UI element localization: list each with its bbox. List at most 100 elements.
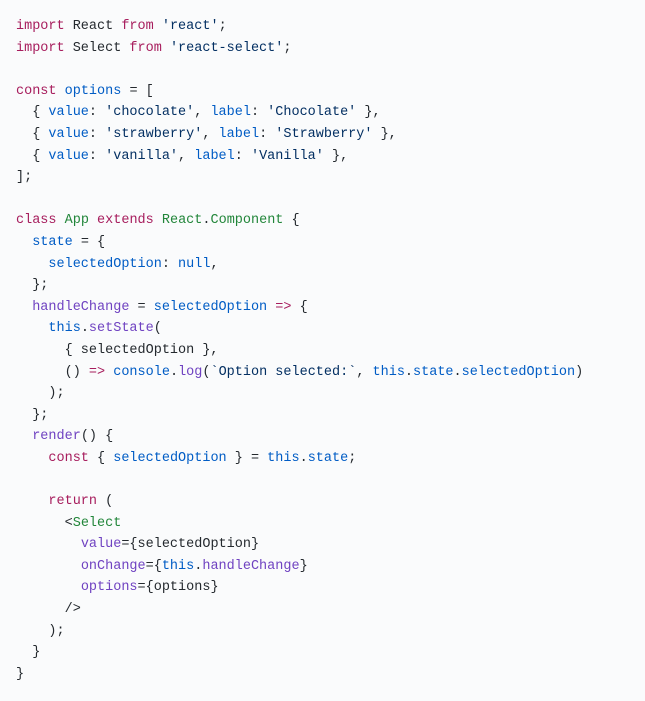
code-token: { [291,300,307,315]
code-token [89,213,97,228]
code-token: import [16,41,65,56]
code-token: state [32,235,73,250]
code-token: . [81,321,89,336]
code-token: , [210,257,218,272]
code-token [16,235,32,250]
code-token: this [267,451,299,466]
code-token: setState [89,321,154,336]
code-token: } [16,645,40,660]
code-token: }, [356,105,380,120]
code-token: { [283,213,299,228]
code-token [16,429,32,444]
code-token: this [373,365,405,380]
code-token: /> [16,602,81,617]
code-token: 'Chocolate' [267,105,356,120]
code-token: 'Vanilla' [251,149,324,164]
code-token: selectedOption [113,451,226,466]
code-token: label [194,149,235,164]
code-token [16,559,81,574]
code-token: log [178,365,202,380]
code-token: => [275,300,291,315]
code-token: . [170,365,178,380]
code-token: { [16,149,48,164]
code-token: selectedOption [48,257,161,272]
code-token: import [16,19,65,34]
code-token: { [16,127,48,142]
code-token [57,213,65,228]
code-token: label [210,105,251,120]
code-token: value [48,105,89,120]
code-token [16,580,81,595]
code-token: : [89,105,105,120]
code-token: handleChange [202,559,299,574]
code-token: state [308,451,349,466]
code-token: . [202,213,210,228]
code-token: . [300,451,308,466]
code-token [57,84,65,99]
code-token: }, [324,149,348,164]
code-token: null [178,257,210,272]
code-token: . [454,365,462,380]
code-token: ; [348,451,356,466]
code-token: label [219,127,260,142]
code-token: ( [97,494,113,509]
code-token: : [235,149,251,164]
code-token [154,213,162,228]
code-token: const [16,84,57,99]
code-token: Select [65,41,130,56]
code-token: , [194,105,210,120]
code-token: from [129,41,161,56]
code-token: ); [16,624,65,639]
code-token: 'react-select' [170,41,283,56]
code-token: }; [16,278,48,293]
code-token: return [48,494,97,509]
code-token: `Option selected:` [210,365,356,380]
code-token: selectedOption [154,300,267,315]
code-token: ={ [146,559,162,574]
code-token: ={selectedOption} [121,537,259,552]
code-token: } [16,667,24,682]
code-token: 'react' [162,19,219,34]
code-token [162,41,170,56]
code-token: this [48,321,80,336]
code-token: selectedOption [462,365,575,380]
code-token: ); [16,386,65,401]
code-token: onChange [81,559,146,574]
code-token: Component [211,213,284,228]
code-token: App [65,213,89,228]
code-token: console [113,365,170,380]
code-token: { [89,451,113,466]
code-token: ( [154,321,162,336]
code-token: value [48,127,89,142]
code-token: value [81,537,122,552]
code-token: , [356,365,372,380]
code-token: const [48,451,89,466]
code-token [16,321,48,336]
code-token: 'vanilla' [105,149,178,164]
code-token: options [81,580,138,595]
code-token: => [89,365,105,380]
code-token: < [16,516,73,531]
code-token [16,257,48,272]
code-token: = { [73,235,105,250]
code-token: 'strawberry' [105,127,202,142]
code-token: }; [16,408,48,423]
code-token: : [251,105,267,120]
code-token: 'Strawberry' [275,127,372,142]
code-token: class [16,213,57,228]
code-token: , [178,149,194,164]
code-token: : [89,149,105,164]
code-block: import React from 'react'; import Select… [16,16,629,685]
code-token: : [162,257,178,272]
code-token: = [ [121,84,153,99]
code-token: React [162,213,203,228]
code-token: value [48,149,89,164]
code-token [16,537,81,552]
code-token: . [405,365,413,380]
code-token: { [16,105,48,120]
code-token [16,494,48,509]
code-token: React [65,19,122,34]
code-token: , [202,127,218,142]
code-token: Select [73,516,122,531]
code-token: : [89,127,105,142]
